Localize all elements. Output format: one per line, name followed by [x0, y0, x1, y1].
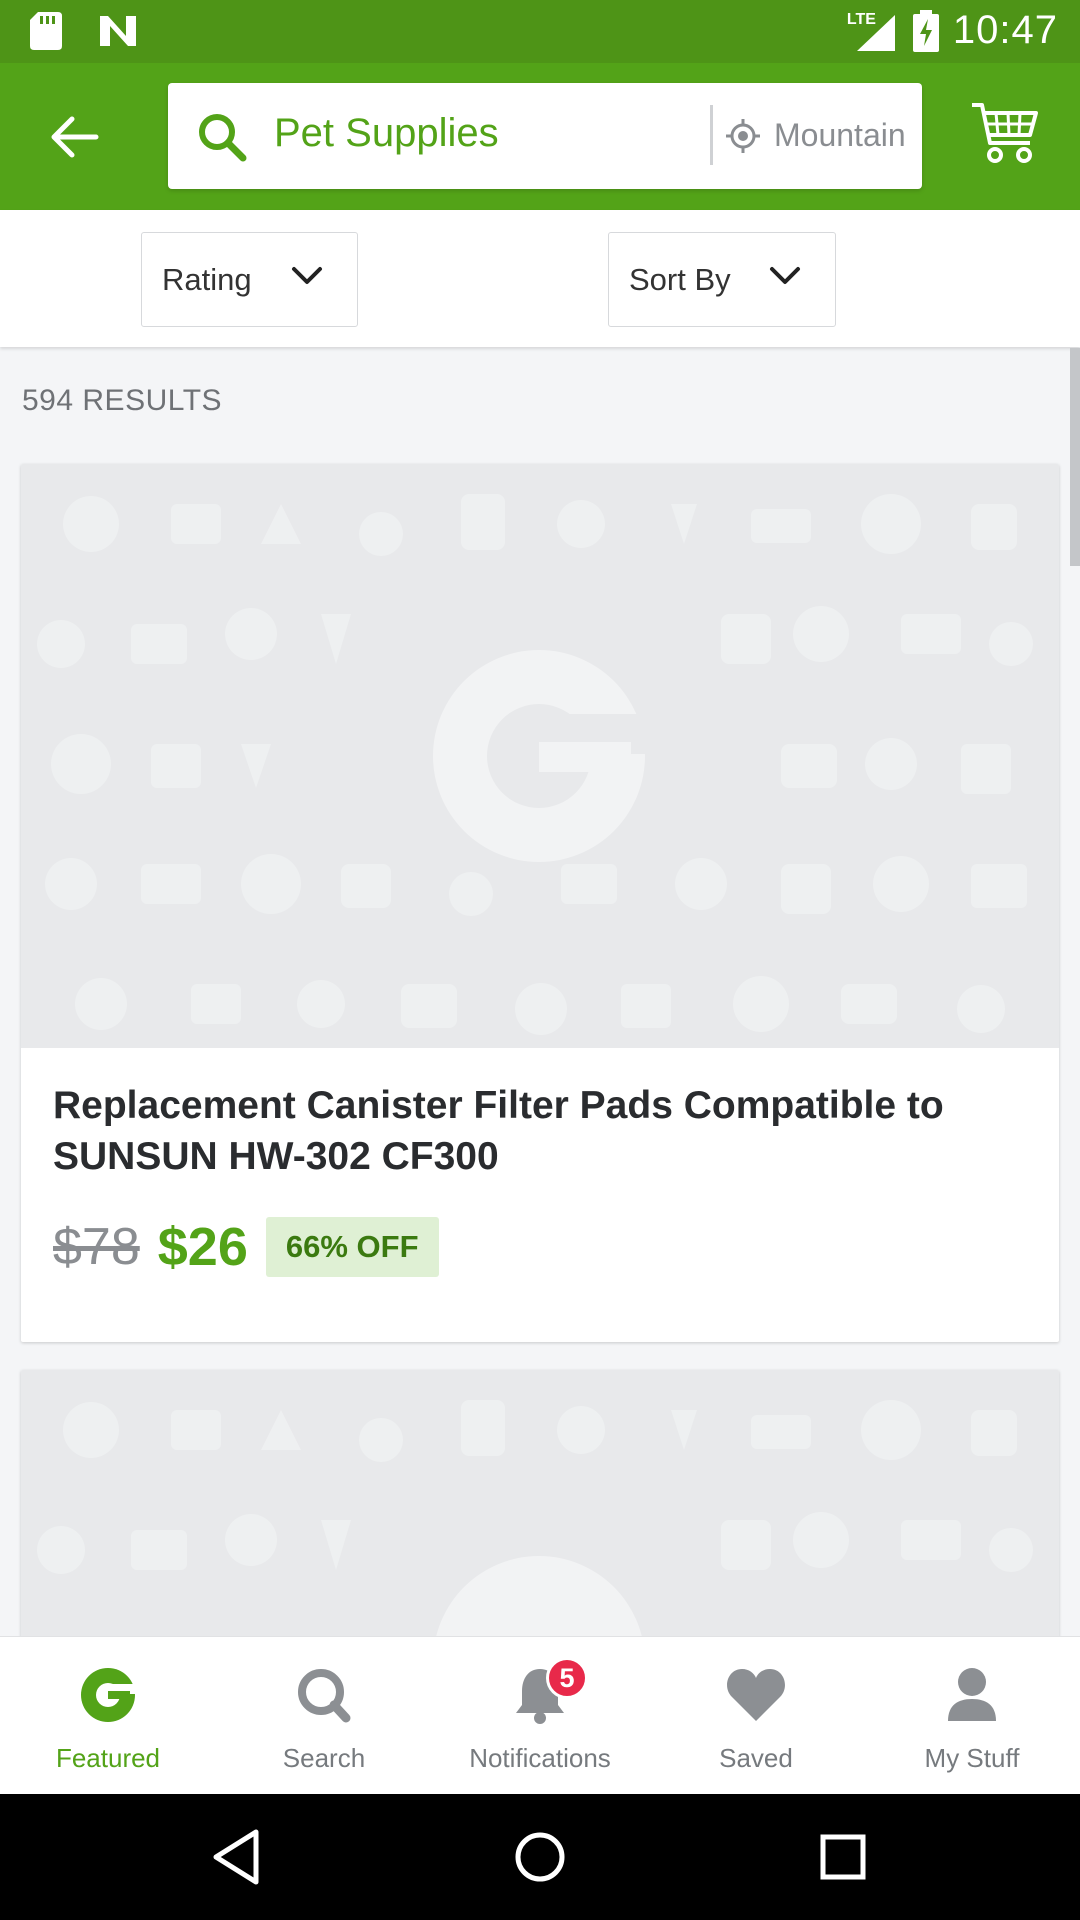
cart-button[interactable] — [970, 99, 1040, 165]
back-button[interactable] — [44, 111, 104, 163]
search-divider — [710, 105, 713, 165]
sd-card-icon — [30, 12, 62, 50]
status-left-icons — [30, 12, 138, 50]
pattern-background — [37, 494, 1033, 1035]
n-notification-icon — [100, 16, 136, 46]
groupon-g-watermark — [433, 650, 649, 862]
system-back-button[interactable] — [202, 1822, 272, 1892]
scrollbar-thumb[interactable] — [1070, 348, 1080, 566]
arrow-left-icon — [51, 116, 99, 158]
nav-my-stuff-label: My Stuff — [924, 1743, 1020, 1773]
filter-bar: Rating Sort By — [0, 210, 1080, 347]
search-icon — [298, 1669, 351, 1723]
nav-search-label: Search — [282, 1743, 366, 1773]
heart-icon — [727, 1669, 785, 1721]
person-icon — [948, 1668, 996, 1721]
system-recents-button[interactable] — [808, 1822, 878, 1892]
location-input[interactable]: Mountain View — [774, 117, 912, 154]
lte-signal-icon: LTE — [847, 9, 899, 53]
app-header: Pet Supplies Mountain View — [0, 63, 1080, 210]
search-query[interactable]: Pet Supplies — [274, 111, 499, 156]
nav-featured-label: Featured — [55, 1743, 161, 1773]
status-bar: LTE 10:47 — [0, 0, 1080, 63]
chevron-down-icon — [292, 267, 322, 284]
system-navigation-bar — [0, 1794, 1080, 1920]
notification-count-badge: 5 — [546, 1657, 588, 1699]
search-bar[interactable]: Pet Supplies Mountain View — [168, 83, 922, 189]
price-row: $78 $26 66% OFF — [53, 1216, 439, 1278]
circle-home-icon — [515, 1832, 565, 1882]
sort-by-dropdown[interactable]: Sort By — [608, 232, 836, 327]
original-price: $78 — [53, 1218, 140, 1276]
nav-featured[interactable]: Featured — [0, 1637, 216, 1795]
search-icon — [199, 114, 247, 162]
nav-my-stuff[interactable]: My Stuff — [864, 1637, 1080, 1795]
nav-search[interactable]: Search — [216, 1637, 432, 1795]
nav-notifications-label: Notifications — [469, 1743, 611, 1773]
rating-filter-dropdown[interactable]: Rating — [141, 232, 358, 327]
system-home-button[interactable] — [505, 1822, 575, 1892]
deal-price: $26 — [157, 1217, 248, 1277]
cart-icon — [972, 103, 1038, 163]
nav-saved[interactable]: Saved — [648, 1637, 864, 1795]
deal-card[interactable]: Replacement Canister Filter Pads Compati… — [21, 464, 1059, 1342]
sort-by-label: Sort By — [629, 261, 731, 297]
chevron-down-icon — [770, 267, 800, 284]
discount-badge: 66% OFF — [265, 1217, 439, 1277]
deal-title[interactable]: Replacement Canister Filter Pads Compati… — [53, 1080, 1013, 1182]
rating-filter-label: Rating — [162, 261, 252, 297]
image-placeholder — [21, 464, 1059, 1048]
location-target-icon — [726, 119, 760, 153]
square-recents-icon — [820, 1834, 866, 1880]
bottom-nav: Featured Search Notifications 5 Saved My… — [0, 1636, 1080, 1794]
triangle-back-icon — [213, 1829, 259, 1885]
results-count: 594 RESULTS — [22, 384, 223, 417]
battery-charging-icon — [912, 9, 939, 52]
status-right-icons: LTE 10:47 — [847, 8, 1058, 53]
groupon-g-icon — [81, 1668, 138, 1722]
nav-saved-label: Saved — [719, 1743, 793, 1773]
nav-notifications[interactable]: Notifications — [432, 1637, 648, 1795]
status-clock: 10:47 — [952, 8, 1058, 52]
